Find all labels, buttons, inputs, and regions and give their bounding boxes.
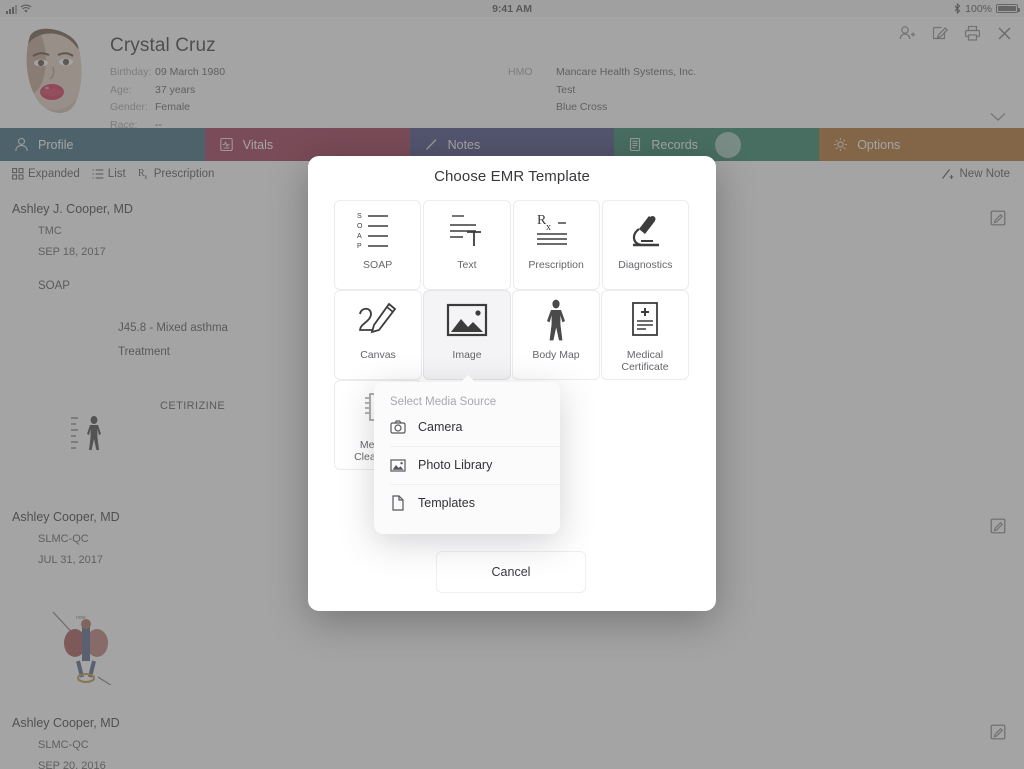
svg-text:P: P [357, 243, 362, 250]
media-source-label: Camera [418, 420, 463, 434]
media-source-popover: Select Media Source Camera Photo Library [374, 375, 560, 534]
certificate-icon [630, 291, 660, 349]
template-card-text[interactable]: Text [423, 200, 511, 290]
svg-text:x: x [546, 222, 551, 233]
template-card-body-map[interactable]: Body Map [512, 290, 600, 380]
modal-title: Choose EMR Template [434, 168, 590, 185]
template-grid-row-2: Canvas Image Body Map Medical Certificat… [334, 290, 690, 380]
template-card-diagnostics[interactable]: Diagnostics [601, 200, 689, 290]
template-label: Medical Certificate [621, 349, 669, 373]
template-card-canvas[interactable]: Canvas [334, 290, 422, 380]
text-lines-icon [446, 201, 488, 259]
template-label: Text [457, 259, 477, 271]
camera-icon [390, 420, 406, 434]
cancel-button[interactable]: Cancel [436, 551, 586, 593]
photo-library-icon [390, 458, 406, 472]
media-source-photo-library[interactable]: Photo Library [374, 446, 560, 484]
template-card-medical-certificate[interactable]: Medical Certificate [601, 290, 689, 380]
template-label: Canvas [360, 349, 396, 361]
pen-draw-icon [356, 291, 400, 349]
template-label: SOAP [363, 259, 393, 271]
template-grid-row-1: S O A P SOAP Text R x Prescription Diagn… [334, 200, 690, 290]
screen: 9:41 AM 100% [0, 0, 1024, 769]
template-card-prescription[interactable]: R x Prescription [512, 200, 600, 290]
body-figure-icon [543, 291, 569, 349]
media-source-label: Templates [418, 496, 475, 510]
template-label: Body Map [532, 349, 580, 361]
template-card-image[interactable]: Image [423, 290, 511, 380]
rx-pad-icon: R x [534, 201, 578, 259]
media-source-label: Photo Library [418, 458, 493, 472]
svg-text:A: A [357, 233, 362, 240]
microscope-icon [625, 201, 665, 259]
media-source-templates[interactable]: Templates [374, 484, 560, 522]
svg-text:S: S [357, 213, 362, 220]
template-label: Prescription [528, 259, 584, 271]
document-icon [390, 495, 406, 511]
template-label: Image [452, 349, 482, 361]
popover-title: Select Media Source [390, 396, 497, 408]
soap-lines-icon: S O A P [355, 201, 401, 259]
template-label: Diagnostics [618, 259, 673, 271]
picture-icon [446, 291, 488, 349]
template-card-soap[interactable]: S O A P SOAP [334, 200, 422, 290]
media-source-camera[interactable]: Camera [374, 408, 560, 446]
svg-text:O: O [357, 223, 363, 230]
